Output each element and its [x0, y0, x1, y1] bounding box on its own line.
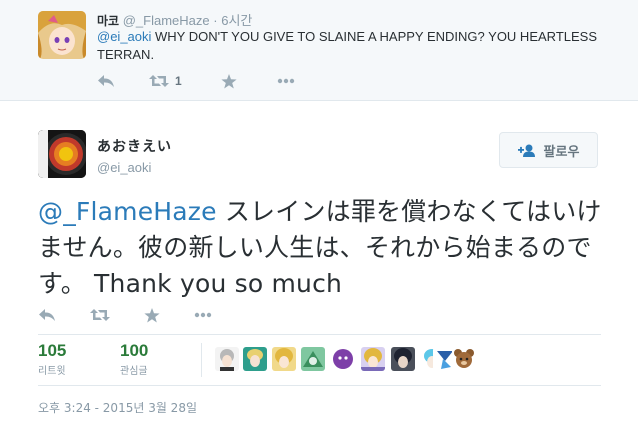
avatar[interactable] — [331, 347, 355, 371]
divider — [201, 343, 202, 377]
author-name[interactable]: 마코 — [97, 14, 119, 28]
follow-label: 팔로우 — [543, 144, 580, 160]
more-icon[interactable] — [277, 72, 295, 90]
avatar[interactable] — [361, 347, 385, 371]
divider — [38, 385, 601, 386]
retweet-stat[interactable]: 105 리트윗 — [38, 341, 66, 377]
avatar[interactable] — [452, 347, 476, 371]
tweet-text: @_FlameHaze スレインは罪を償わなくてはいけません。彼の新しい人生は、… — [38, 194, 608, 302]
retweet-icon[interactable] — [90, 306, 110, 324]
retweet-button[interactable]: 1 — [149, 72, 182, 90]
favorite-stat[interactable]: 100 관심글 — [120, 341, 148, 377]
avatar[interactable] — [215, 347, 239, 371]
divider — [38, 334, 601, 335]
retweet-label: 리트윗 — [38, 366, 66, 377]
avatar[interactable] — [38, 130, 86, 178]
mention-link[interactable]: @_FlameHaze — [38, 197, 217, 226]
retweet-count: 1 — [175, 74, 182, 88]
tweet-body: WHY DON'T YOU GIVE TO SLAINE A HAPPY END… — [97, 29, 597, 62]
avatar[interactable] — [272, 347, 296, 371]
avatar[interactable] — [301, 347, 325, 371]
tweet-time[interactable]: 6시간 — [221, 13, 252, 28]
favorite-label: 관심글 — [120, 366, 148, 377]
follow-button[interactable]: 팔로우 — [499, 132, 598, 168]
add-user-icon — [517, 144, 536, 157]
reply-header: 마코 @_FlameHaze · 6시간 — [97, 10, 252, 29]
reply-tweet[interactable]: 마코 @_FlameHaze · 6시간 @ei_aoki WHY DON'T … — [0, 0, 638, 101]
more-icon[interactable] — [194, 306, 212, 324]
avatar[interactable] — [38, 11, 86, 59]
reply-icon[interactable] — [97, 72, 115, 90]
separator: · — [213, 13, 218, 28]
tweet-timestamp[interactable]: 오후 3:24 - 2015년 3월 28일 — [38, 399, 197, 416]
reply-icon[interactable] — [38, 306, 56, 324]
avatar[interactable] — [243, 347, 267, 371]
favorite-icon[interactable] — [221, 72, 237, 90]
author-name[interactable]: あおきえい — [97, 136, 172, 156]
favorite-count: 100 — [120, 341, 149, 360]
author-handle[interactable]: @ei_aoki — [97, 160, 151, 175]
tweet-text: @ei_aoki WHY DON'T YOU GIVE TO SLAINE A … — [97, 28, 597, 64]
author-handle[interactable]: @_FlameHaze — [123, 13, 210, 28]
avatar[interactable] — [391, 347, 415, 371]
retweet-count: 105 — [38, 341, 67, 360]
favorite-icon[interactable] — [144, 306, 160, 324]
mention-link[interactable]: @ei_aoki — [97, 29, 151, 44]
retweet-icon — [149, 74, 169, 88]
